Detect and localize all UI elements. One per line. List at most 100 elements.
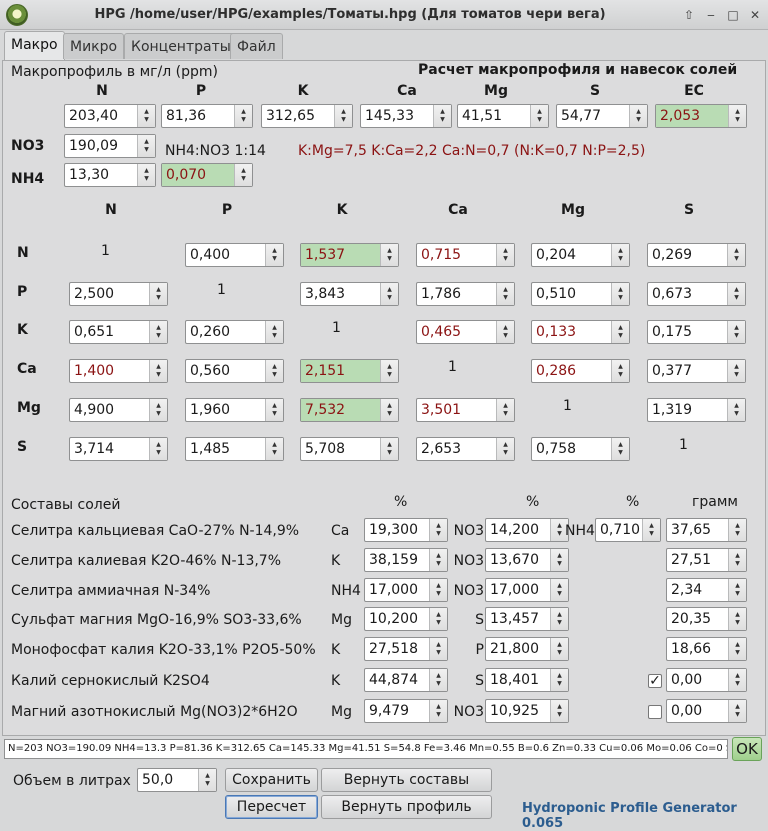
- salt-percent-2-spinbox[interactable]: 13,670 ▲ ▼: [485, 548, 569, 572]
- tab-micro[interactable]: Микро: [63, 33, 125, 59]
- matrix-diagonal-mg: 1: [563, 398, 572, 414]
- branding-text: Hydroponic Profile Generator 0.065: [522, 801, 737, 831]
- ratio-p-k-spinbox[interactable]: 3,843 ▲ ▼: [300, 282, 399, 306]
- ratio-n-ca-spinbox[interactable]: 0,715 ▲ ▼: [416, 243, 515, 267]
- salt-percent-2-spinbox[interactable]: 17,000 ▲ ▼: [485, 578, 569, 602]
- salt-percent-1-spinbox[interactable]: 9,479 ▲ ▼: [364, 699, 448, 723]
- keep-above-icon[interactable]: ⇧: [680, 6, 698, 24]
- macro-n-spinbox[interactable]: 203,40 ▲ ▼: [64, 104, 156, 128]
- salt-grams-spinbox[interactable]: 37,65 ▲ ▼: [666, 518, 747, 542]
- salt-grams-spinbox[interactable]: 18,66 ▲ ▼: [666, 637, 747, 661]
- ratio-k-s-spinbox[interactable]: 0,175 ▲ ▼: [647, 320, 746, 344]
- macro-s-spinbox[interactable]: 54,77 ▲ ▼: [556, 104, 648, 128]
- ratio-p-ca-spinbox[interactable]: 1,786 ▲ ▼: [416, 282, 515, 306]
- matrix-diagonal-p: 1: [217, 282, 226, 298]
- salt-percent-2-spinbox[interactable]: 10,925 ▲ ▼: [485, 699, 569, 723]
- close-icon[interactable]: ✕: [746, 6, 764, 24]
- restore-profile-button[interactable]: Вернуть профиль: [321, 795, 492, 819]
- macro-header-n: N: [96, 83, 108, 99]
- ratio-s-mg-spinbox[interactable]: 0,758 ▲ ▼: [531, 437, 630, 461]
- matrix-row-header-n: N: [17, 245, 29, 261]
- ratio-ca-mg-spinbox[interactable]: 0,286 ▲ ▼: [531, 359, 630, 383]
- ratio-p-n-spinbox[interactable]: 2,500 ▲ ▼: [69, 282, 168, 306]
- salt-percent-1-spinbox[interactable]: 44,874 ▲ ▼: [364, 668, 448, 692]
- ratio-s-p-spinbox[interactable]: 1,485 ▲ ▼: [185, 437, 284, 461]
- salt-grams-spinbox[interactable]: 0,00 ▲ ▼: [666, 668, 747, 692]
- main-window: HPG /home/user/HPG/examples/Томаты.hpg (…: [0, 0, 768, 831]
- salt-enabled-checkbox[interactable]: [648, 705, 662, 719]
- maximize-icon[interactable]: □: [724, 6, 742, 24]
- ratio-ca-k-spinbox[interactable]: 2,151 ▲ ▼: [300, 359, 399, 383]
- salt-percent-3-spinbox[interactable]: 0,710 ▲ ▼: [595, 518, 661, 542]
- volume-spinbox[interactable]: 50,0 ▲ ▼: [137, 768, 217, 792]
- salt-grams-spinbox[interactable]: 20,35 ▲ ▼: [666, 607, 747, 631]
- nh4-label: NH4: [11, 171, 45, 187]
- salt-percent-1-spinbox[interactable]: 19,300 ▲ ▼: [364, 518, 448, 542]
- salt-percent-2-spinbox[interactable]: 14,200 ▲ ▼: [485, 518, 569, 542]
- tab-macro[interactable]: Макро: [4, 31, 65, 61]
- ratio-s-ca-spinbox[interactable]: 2,653 ▲ ▼: [416, 437, 515, 461]
- ratio-n-s-spinbox[interactable]: 0,269 ▲ ▼: [647, 243, 746, 267]
- ratio-ca-n-spinbox[interactable]: 1,400 ▲ ▼: [69, 359, 168, 383]
- ratio-p-mg-spinbox[interactable]: 0,510 ▲ ▼: [531, 282, 630, 306]
- salt-percent-1-spinbox[interactable]: 10,200 ▲ ▼: [364, 607, 448, 631]
- ratio-p-s-spinbox[interactable]: 0,673 ▲ ▼: [647, 282, 746, 306]
- ratio-k-n-spinbox[interactable]: 0,651 ▲ ▼: [69, 320, 168, 344]
- ratio-s-k-spinbox[interactable]: 5,708 ▲ ▼: [300, 437, 399, 461]
- salt-element-1: K: [331, 553, 341, 569]
- ratio-k-mg-spinbox[interactable]: 0,133 ▲ ▼: [531, 320, 630, 344]
- salt-enabled-checkbox[interactable]: ✓: [648, 674, 662, 688]
- salt-element-1: NH4: [331, 583, 361, 599]
- salt-element-2: NO3: [453, 583, 484, 599]
- salt-name: Калий сернокислый K2SO4: [11, 673, 210, 689]
- macro-ca-spinbox[interactable]: 145,33 ▲ ▼: [360, 104, 452, 128]
- no3-spinbox[interactable]: 190,09 ▲ ▼: [64, 134, 156, 158]
- macro-p-spinbox[interactable]: 81,36 ▲ ▼: [161, 104, 253, 128]
- salt-percent-1-spinbox[interactable]: 17,000 ▲ ▼: [364, 578, 448, 602]
- ratio-mg-p-spinbox[interactable]: 1,960 ▲ ▼: [185, 398, 284, 422]
- nh4-fraction-spinbox[interactable]: 0,070 ▲ ▼: [161, 163, 253, 187]
- macro-mg-spinbox[interactable]: 41,51 ▲ ▼: [457, 104, 549, 128]
- salt-percent-2-spinbox[interactable]: 18,401 ▲ ▼: [485, 668, 569, 692]
- tab-file[interactable]: Файл: [230, 33, 283, 59]
- ratio-mg-s-spinbox[interactable]: 1,319 ▲ ▼: [647, 398, 746, 422]
- salt-name: Сульфат магния MgO-16,9% SO3-33,6%: [11, 612, 302, 628]
- salt-element-2: NO3: [453, 553, 484, 569]
- ok-button[interactable]: OK: [732, 737, 762, 761]
- ratio-ca-s-spinbox[interactable]: 0,377 ▲ ▼: [647, 359, 746, 383]
- save-button[interactable]: Сохранить: [225, 768, 318, 792]
- salt-percent-2-spinbox[interactable]: 13,457 ▲ ▼: [485, 607, 569, 631]
- salt-percent-1-spinbox[interactable]: 38,159 ▲ ▼: [364, 548, 448, 572]
- salt-element-2: S: [475, 612, 484, 628]
- recalc-button[interactable]: Пересчет: [225, 795, 318, 819]
- tab-concentrates[interactable]: Концентраты: [124, 33, 238, 59]
- ratio-k-ca-spinbox[interactable]: 0,465 ▲ ▼: [416, 320, 515, 344]
- ratio-n-p-spinbox[interactable]: 0,400 ▲ ▼: [185, 243, 284, 267]
- restore-salts-button[interactable]: Вернуть составы: [321, 768, 492, 792]
- ratio-mg-ca-spinbox[interactable]: 3,501 ▲ ▼: [416, 398, 515, 422]
- ratio-k-p-spinbox[interactable]: 0,260 ▲ ▼: [185, 320, 284, 344]
- macro-header-ca: Ca: [397, 83, 417, 99]
- nh4-spinbox[interactable]: 13,30 ▲ ▼: [64, 163, 156, 187]
- ratio-mg-n-spinbox[interactable]: 4,900 ▲ ▼: [69, 398, 168, 422]
- ratio-mg-k-spinbox[interactable]: 7,532 ▲ ▼: [300, 398, 399, 422]
- macro-profile-title: Макропрофиль в мг/л (ppm): [11, 64, 218, 80]
- macro-k-spinbox[interactable]: 312,65 ▲ ▼: [261, 104, 353, 128]
- ratio-n-k-spinbox[interactable]: 1,537 ▲ ▼: [300, 243, 399, 267]
- macro-ec-spinbox[interactable]: 2,053 ▲ ▼: [655, 104, 747, 128]
- ratio-n-mg-spinbox[interactable]: 0,204 ▲ ▼: [531, 243, 630, 267]
- ratio-ca-p-spinbox[interactable]: 0,560 ▲ ▼: [185, 359, 284, 383]
- salt-name: Селитра калиевая K2O-46% N-13,7%: [11, 553, 282, 569]
- salt-grams-spinbox[interactable]: 0,00 ▲ ▼: [666, 699, 747, 723]
- salts-gram-header: грамм: [692, 494, 738, 510]
- ratio-s-n-spinbox[interactable]: 3,714 ▲ ▼: [69, 437, 168, 461]
- minimize-icon[interactable]: ‒: [702, 6, 720, 24]
- macro-header-s: S: [589, 83, 601, 99]
- salt-percent-1-spinbox[interactable]: 27,518 ▲ ▼: [364, 637, 448, 661]
- matrix-diagonal-ca: 1: [448, 359, 457, 375]
- no3-label: NO3: [11, 138, 45, 154]
- salt-percent-2-spinbox[interactable]: 21,800 ▲ ▼: [485, 637, 569, 661]
- salt-grams-spinbox[interactable]: 2,34 ▲ ▼: [666, 578, 747, 602]
- salt-grams-spinbox[interactable]: 27,51 ▲ ▼: [666, 548, 747, 572]
- matrix-row-header-p: P: [17, 284, 28, 300]
